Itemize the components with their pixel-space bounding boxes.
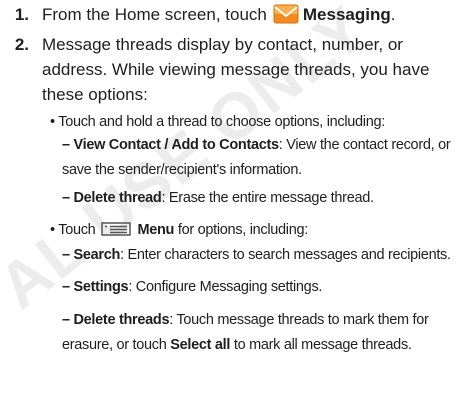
sub-item-search: – Search: Enter characters to search mes… [62,243,472,268]
menu-icon [101,222,132,236]
sub-item-delete-thread: – Delete thread: Erase the entire messag… [62,186,472,211]
step-1: 1. From the Home screen, touch Messaging… [0,2,473,28]
sub-item-settings: – Settings: Configure Messaging settings… [62,275,472,300]
messaging-label: Messaging [302,5,391,24]
sub-item-label: Delete thread [73,190,162,206]
bullet-2-text-before: Touch [58,222,96,238]
step-2: 2. Message threads display by contact, n… [0,32,473,107]
step-text: From the Home screen, touch Messaging. [42,2,467,27]
sub-item-label: Search [73,247,121,263]
sub-item-label: Settings [73,279,129,295]
bullet-1: • Touch and hold a thread to choose opti… [50,112,385,132]
messaging-envelope-icon [273,4,299,24]
sub-item-text-after: to mark all message threads. [233,337,412,353]
sub-item-label: Delete threads [73,312,170,328]
dash: – [62,190,70,206]
step-number: 2. [14,35,29,54]
menu-label: Menu [137,222,175,238]
bullet-1-text: Touch and hold a thread to choose option… [58,114,385,130]
sub-item-label: View Contact / Add to Contacts [73,137,280,153]
step-number: 1. [14,5,29,24]
bullet-marker: • [50,222,55,238]
dash: – [62,312,70,328]
bullet-marker: • [50,114,55,130]
sub-item-delete-threads: – Delete threads: Touch message threads … [62,308,472,358]
step-text: Message threads display by contact, numb… [42,35,430,104]
step-1-text: From the Home screen, touch [42,5,267,24]
sub-item-view-contact: – View Contact / Add to Contacts: View t… [62,133,472,183]
bullet-2-text-after: for options, including: [177,222,308,238]
dash: – [62,279,70,295]
dash: – [62,137,70,153]
select-all-label: Select all [170,337,231,353]
step-1-period: . [390,5,396,24]
bullet-2: • Touch Menu for options, including: [50,220,308,240]
sub-item-text: : Configure Messaging settings. [128,279,323,295]
dash: – [62,247,70,263]
sub-item-text: : Enter characters to search messages an… [120,247,451,263]
sub-item-text: : Erase the entire message thread. [161,190,374,206]
